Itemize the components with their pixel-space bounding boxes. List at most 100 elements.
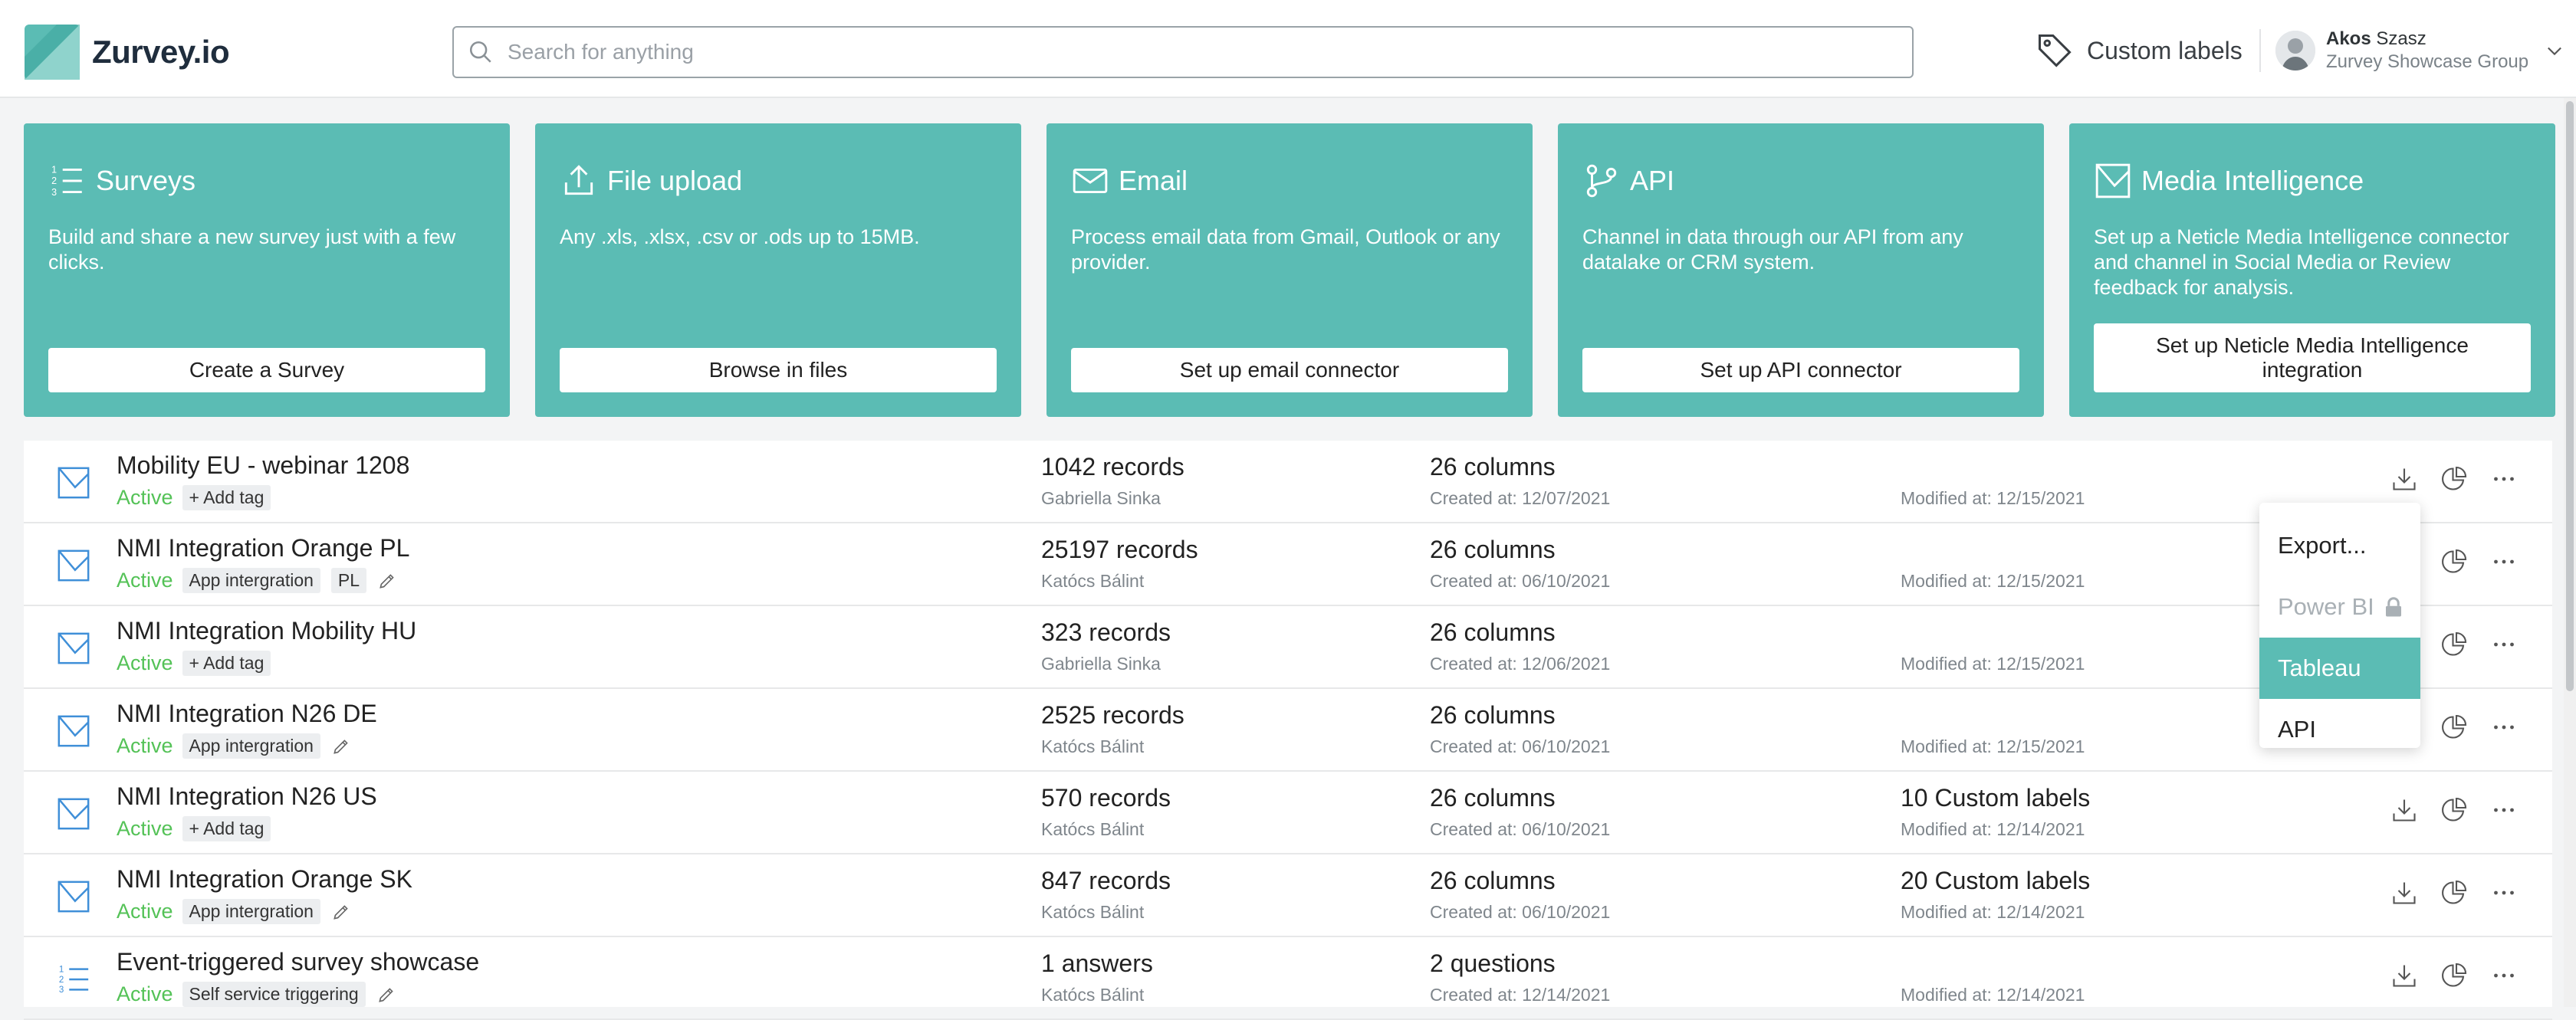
more-options-button[interactable] <box>2489 960 2519 991</box>
owner-name: Gabriella Sinka <box>1041 654 1161 674</box>
record-count: 847 records <box>1041 867 1171 894</box>
pencil-icon[interactable] <box>377 571 397 591</box>
export-menu-item-tableau[interactable]: Tableau <box>2259 638 2420 699</box>
analytics-button[interactable] <box>2439 795 2469 825</box>
status-label: Active <box>117 651 173 674</box>
logo[interactable]: Zurvey.io <box>25 25 230 80</box>
add-tag-button[interactable]: + Add tag <box>182 651 271 676</box>
tag-chip[interactable]: App intergration <box>182 733 320 759</box>
record-count: 2525 records <box>1041 701 1184 729</box>
column-count: 26 columns <box>1430 867 1556 894</box>
dataset-name[interactable]: NMI Integration N26 DE <box>117 700 377 728</box>
dataset-name[interactable]: NMI Integration Orange SK <box>117 865 412 894</box>
neticle-integration-button[interactable]: Set up Neticle Media Intelligence integr… <box>2094 323 2531 392</box>
export-menu-item-api[interactable]: API <box>2259 699 2420 760</box>
table-row[interactable]: NMI Integration N26 US Active + Add tag 570… <box>24 772 2552 854</box>
zurvey-logo-icon <box>25 25 80 80</box>
tag-icon <box>2038 34 2072 67</box>
svg-text:1: 1 <box>51 165 57 175</box>
avatar <box>2275 31 2315 71</box>
dataset-name[interactable]: NMI Integration Orange PL <box>117 534 409 562</box>
more-options-button[interactable] <box>2489 629 2519 660</box>
neticle-icon <box>58 715 90 747</box>
card-description: Channel in data through our API from any… <box>1582 225 1963 274</box>
card-description: Build and share a new survey just with a… <box>48 225 456 274</box>
export-menu: Export... Power BI Tableau API <box>2259 503 2420 748</box>
more-icon <box>2494 477 2514 481</box>
table-row[interactable]: NMI Integration Orange SK Active App inter… <box>24 854 2552 937</box>
browse-files-button[interactable]: Browse in files <box>560 348 997 392</box>
add-tag-button[interactable]: + Add tag <box>182 816 271 841</box>
search-bar[interactable] <box>452 26 1914 78</box>
analytics-pie-icon <box>2442 797 2467 822</box>
api-connector-button[interactable]: Set up API connector <box>1582 348 2019 392</box>
more-icon <box>2494 725 2514 730</box>
dataset-name[interactable]: Event-triggered survey showcase <box>117 948 479 976</box>
tag-chip[interactable]: App intergration <box>182 899 320 924</box>
column-count: 26 columns <box>1430 701 1556 729</box>
tag-chip[interactable]: PL <box>330 568 367 593</box>
table-row[interactable]: Mobility EU - webinar 1208 Active + Add ta… <box>24 441 2552 523</box>
download-button[interactable] <box>2389 464 2420 494</box>
column-count: 2 questions <box>1430 949 1556 977</box>
record-count: 570 records <box>1041 784 1171 812</box>
more-options-button[interactable] <box>2489 546 2519 577</box>
svg-text:3: 3 <box>59 986 64 995</box>
analytics-button[interactable] <box>2439 960 2469 991</box>
add-tag-button[interactable]: + Add tag <box>182 485 271 510</box>
export-menu-label: Tableau <box>2278 654 2361 681</box>
table-row[interactable]: NMI Integration Mobility HU Active + Add t… <box>24 606 2552 689</box>
survey-list-icon: 1 23 <box>59 965 89 995</box>
search-input[interactable] <box>508 40 1888 64</box>
created-date: Created at: 06/10/2021 <box>1430 819 1611 839</box>
analytics-pie-icon <box>2442 631 2467 656</box>
download-button[interactable] <box>2389 877 2420 908</box>
table-row[interactable]: 1 2 3 Event-triggered survey showcase Active… <box>24 937 2552 1020</box>
pencil-icon[interactable] <box>331 736 351 756</box>
record-count: 1 answers <box>1041 949 1153 977</box>
chevron-down-icon[interactable] <box>2544 40 2565 61</box>
more-options-button[interactable] <box>2489 464 2519 494</box>
scroll-thumb[interactable] <box>2566 101 2574 691</box>
status-label: Active <box>117 569 173 592</box>
status-label: Active <box>117 817 173 840</box>
table-row[interactable]: NMI Integration Orange PL Active App inter… <box>24 523 2552 606</box>
more-icon <box>2494 642 2514 647</box>
download-button[interactable] <box>2389 795 2420 825</box>
analytics-button[interactable] <box>2439 464 2469 494</box>
api-branch-icon <box>1586 164 1617 198</box>
analytics-button[interactable] <box>2439 629 2469 660</box>
scrollbar[interactable] <box>2564 98 2576 1007</box>
analytics-pie-icon <box>2442 466 2467 490</box>
pencil-icon[interactable] <box>331 902 351 922</box>
analytics-button[interactable] <box>2439 546 2469 577</box>
user-menu[interactable]: Akos Szasz Zurvey Showcase Group <box>2275 28 2565 74</box>
dataset-name[interactable]: NMI Integration Mobility HU <box>117 617 416 645</box>
export-menu-item-export[interactable]: Export... <box>2259 515 2420 576</box>
download-button[interactable] <box>2389 960 2420 991</box>
tag-chip[interactable]: App intergration <box>182 568 320 593</box>
analytics-button[interactable] <box>2439 877 2469 908</box>
created-date: Created at: 06/10/2021 <box>1430 571 1611 591</box>
email-connector-button[interactable]: Set up email connector <box>1071 348 1508 392</box>
dataset-name[interactable]: Mobility EU - webinar 1208 <box>117 451 409 480</box>
column-count: 26 columns <box>1430 618 1556 646</box>
modified-date: Modified at: 12/15/2021 <box>1901 488 2085 508</box>
card-title: Media Intelligence <box>2141 165 2364 196</box>
more-options-button[interactable] <box>2489 712 2519 743</box>
card-header: File upload <box>560 162 742 200</box>
owner-name: Katócs Bálint <box>1041 902 1145 922</box>
more-options-button[interactable] <box>2489 877 2519 908</box>
analytics-pie-icon <box>2442 714 2467 739</box>
table-row[interactable]: NMI Integration N26 DE Active App intergra… <box>24 689 2552 772</box>
analytics-button[interactable] <box>2439 712 2469 743</box>
create-survey-button[interactable]: Create a Survey <box>48 348 485 392</box>
more-options-button[interactable] <box>2489 795 2519 825</box>
tag-chip[interactable]: Self service triggering <box>182 982 366 1007</box>
dataset-name[interactable]: NMI Integration N26 US <box>117 782 377 811</box>
pencil-icon[interactable] <box>376 985 396 1005</box>
modified-date: Modified at: 12/14/2021 <box>1901 819 2085 839</box>
custom-labels-link[interactable]: Custom labels <box>2035 31 2242 71</box>
card-api: API Channel in data through our API from… <box>1558 123 2044 417</box>
download-icon <box>2393 799 2416 822</box>
